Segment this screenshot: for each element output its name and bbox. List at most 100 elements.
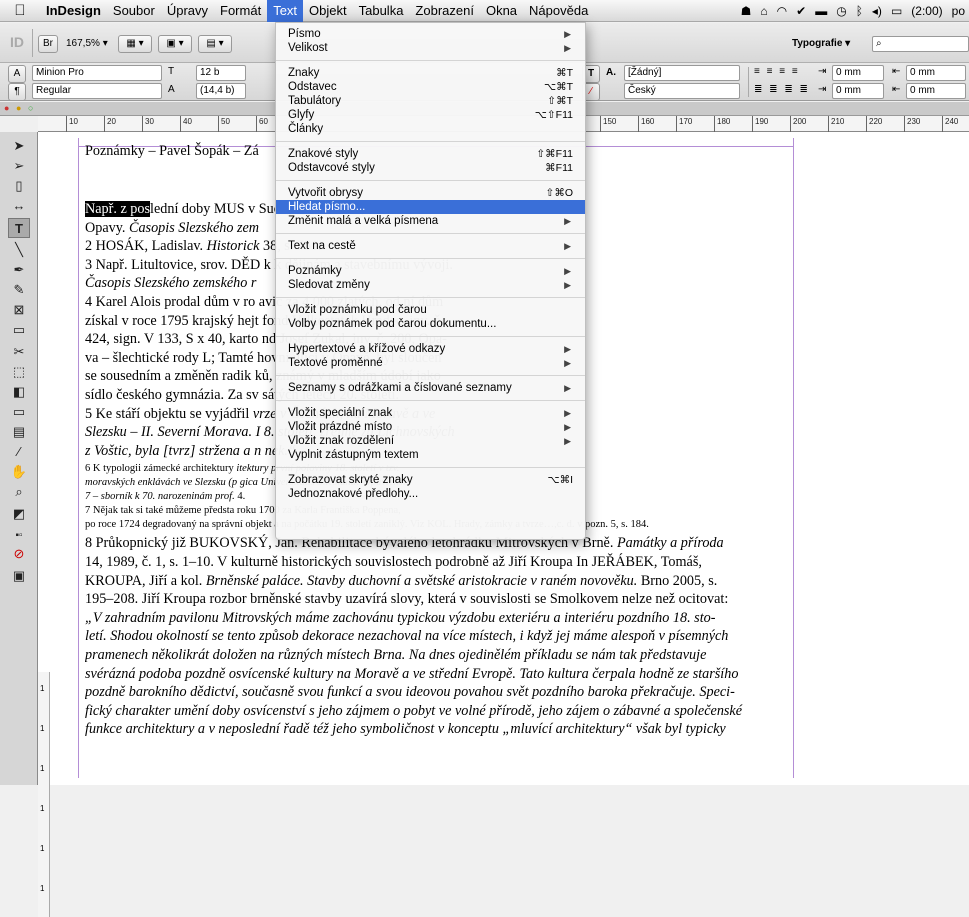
apply-none-icon[interactable]: ⊘ bbox=[8, 544, 30, 564]
menu-upravy[interactable]: Úpravy bbox=[161, 0, 214, 22]
text-line[interactable]: svérázná podoba pozdně osvícenské kultur… bbox=[85, 665, 787, 684]
text-menu-item[interactable]: Vložit znak rozdělení ▶ bbox=[276, 434, 585, 448]
type-tool-icon[interactable]: T bbox=[8, 218, 30, 238]
direct-selection-tool-icon[interactable]: ➢ bbox=[8, 156, 30, 176]
pen-tool-icon[interactable]: ✒ bbox=[8, 260, 30, 280]
align-buttons[interactable]: ≡ ≡ ≡ ≡ bbox=[754, 65, 800, 79]
connection-icon[interactable]: ✔ bbox=[796, 4, 806, 18]
text-line[interactable]: letí. Shodou okolností se tento způsob d… bbox=[85, 627, 787, 646]
text-menu-item[interactable]: Hypertextové a křížové odkazy ▶ bbox=[276, 342, 585, 356]
text-menu-item[interactable]: Odstavec ⌥⌘T bbox=[276, 80, 585, 94]
fill-stroke-icon[interactable]: ◩ bbox=[8, 504, 30, 524]
screen-mode-icon[interactable]: ▣ bbox=[8, 566, 30, 586]
character-mode-button[interactable]: A bbox=[8, 65, 26, 83]
text-menu-item[interactable]: Tabulátory ⇧⌘T bbox=[276, 94, 585, 108]
battery-icon[interactable]: ▭ bbox=[891, 4, 902, 18]
battery-time[interactable]: (2:00) bbox=[911, 4, 942, 18]
character-style-select[interactable]: [Žádný] bbox=[624, 65, 740, 81]
page-tool-icon[interactable]: ▯ bbox=[8, 176, 30, 196]
search-input[interactable]: ⌕ bbox=[872, 36, 969, 52]
text-line[interactable]: 195–208. Jiří Kroupa rozbor brněnské sta… bbox=[85, 590, 787, 609]
text-menu-item[interactable]: Vyplnit zástupným textem bbox=[276, 448, 585, 462]
left-indent-input[interactable]: 0 mm bbox=[832, 65, 884, 81]
display-icon[interactable]: ▬ bbox=[815, 4, 827, 18]
text-menu-item[interactable]: Poznámky ▶ bbox=[276, 264, 585, 278]
justify-buttons[interactable]: ≣ ≣ ≣ ≣ bbox=[754, 83, 810, 97]
text-menu-item[interactable]: Odstavcové styly ⌘F11 bbox=[276, 161, 585, 175]
scissors-tool-icon[interactable]: ✂ bbox=[8, 342, 30, 362]
volume-icon[interactable]: ◂) bbox=[872, 4, 882, 18]
text-line[interactable]: pozdně barokního dědictví, současně svou… bbox=[85, 683, 787, 702]
menu-format[interactable]: Formát bbox=[214, 0, 267, 22]
zoom-level[interactable]: 167,5% ▾ bbox=[66, 37, 108, 51]
paragraph-mode-button[interactable]: ¶ bbox=[8, 83, 26, 101]
last-line-indent-input[interactable]: 0 mm bbox=[906, 83, 966, 99]
free-transform-tool-icon[interactable]: ⬚ bbox=[8, 362, 30, 382]
right-indent-input[interactable]: 0 mm bbox=[906, 65, 966, 81]
text-menu-item[interactable]: Vytvořit obrysy ⇧⌘O bbox=[276, 186, 585, 200]
menu-napoveda[interactable]: Nápověda bbox=[523, 0, 594, 22]
text-menu-item[interactable]: Sledovat změny ▶ bbox=[276, 278, 585, 292]
swap-color-icon[interactable]: ▪▫ bbox=[8, 526, 30, 546]
eyedropper-tool-icon[interactable]: ⁄ bbox=[8, 442, 30, 462]
creative-cloud-icon[interactable]: ☗ bbox=[741, 4, 752, 18]
zoom-window-icon[interactable]: ○ bbox=[28, 103, 33, 113]
gradient-tool-icon[interactable]: ◧ bbox=[8, 382, 30, 402]
screen-mode-button[interactable]: ▣ ▾ bbox=[158, 35, 192, 53]
text-line[interactable]: pramenech několikrát doložen na různých … bbox=[85, 646, 787, 665]
zoom-tool-icon[interactable]: ⌕ bbox=[8, 482, 30, 502]
text-menu-item[interactable]: Změnit malá a velká písmena ▶ bbox=[276, 214, 585, 228]
selection-tool-icon[interactable]: ➤ bbox=[8, 136, 30, 156]
text-line[interactable]: fický charakter umění doby osvícenství s… bbox=[85, 702, 787, 721]
arrange-documents-button[interactable]: ▤ ▾ bbox=[198, 35, 232, 53]
close-window-icon[interactable]: ● bbox=[4, 103, 9, 113]
menu-soubor[interactable]: Soubor bbox=[107, 0, 161, 22]
bridge-button[interactable]: Br bbox=[38, 35, 58, 53]
text-menu-item[interactable]: Písmo ▶ bbox=[276, 27, 585, 41]
hand-tool-icon[interactable]: ✋ bbox=[8, 462, 30, 482]
text-menu-item[interactable]: Vložit prázdné místo ▶ bbox=[276, 420, 585, 434]
text-menu-item[interactable]: Text na cestě ▶ bbox=[276, 239, 585, 253]
menu-okna[interactable]: Okna bbox=[480, 0, 523, 22]
menu-app-indesign[interactable]: InDesign bbox=[40, 0, 107, 22]
time-machine-icon[interactable]: ◷ bbox=[836, 4, 846, 18]
text-menu-item[interactable]: Vložit speciální znak ▶ bbox=[276, 406, 585, 420]
adobe-icon[interactable]: ⌂ bbox=[760, 4, 767, 18]
font-family-select[interactable]: Minion Pro bbox=[32, 65, 162, 81]
text-menu-item[interactable]: Hledat písmo... bbox=[276, 200, 585, 214]
vertical-ruler[interactable]: 1 1 1 1 1 1 bbox=[38, 672, 50, 917]
text-menu-item[interactable]: Jednoznakové předlohy... bbox=[276, 487, 585, 501]
menu-zobrazeni[interactable]: Zobrazení bbox=[409, 0, 480, 22]
text-menu-item[interactable]: Znakové styly ⇧⌘F11 bbox=[276, 147, 585, 161]
menu-text[interactable]: Text bbox=[267, 0, 304, 22]
text-line[interactable]: funkce architektury a v neposlední řadě … bbox=[85, 720, 787, 739]
text-menu-item[interactable]: Velikost ▶ bbox=[276, 41, 585, 55]
text-line[interactable]: „V zahradním pavilonu Mitrovských máme z… bbox=[85, 609, 787, 628]
text-line[interactable]: 14, 1989, č. 1, s. 1–10. V kulturně hist… bbox=[85, 553, 787, 572]
note-tool-icon[interactable]: ▤ bbox=[8, 422, 30, 442]
wifi-icon[interactable]: ◠ bbox=[777, 4, 787, 18]
text-menu-item[interactable]: Zobrazovat skryté znaky ⌥⌘I bbox=[276, 473, 585, 487]
gap-tool-icon[interactable]: ↔ bbox=[8, 196, 30, 216]
rectangle-frame-tool-icon[interactable]: ⊠ bbox=[8, 300, 30, 320]
clock[interactable]: po bbox=[952, 4, 965, 18]
gradient-feather-tool-icon[interactable]: ▭ bbox=[8, 402, 30, 422]
workspace-switcher[interactable]: Typografie ▾ bbox=[792, 37, 850, 51]
leading-input[interactable]: (14,4 b) bbox=[196, 83, 246, 99]
language-select[interactable]: Český bbox=[624, 83, 740, 99]
text-menu-item[interactable]: Glyfy ⌥⇧F11 bbox=[276, 108, 585, 122]
menu-objekt[interactable]: Objekt bbox=[303, 0, 353, 22]
menu-tabulka[interactable]: Tabulka bbox=[353, 0, 410, 22]
apple-logo-icon[interactable]:  bbox=[0, 2, 40, 19]
font-size-input[interactable]: 12 b bbox=[196, 65, 246, 81]
pencil-tool-icon[interactable]: ✎ bbox=[8, 280, 30, 300]
text-menu-item[interactable]: Seznamy s odrážkami a číslované seznamy ▶ bbox=[276, 381, 585, 395]
text-menu-item[interactable]: Textové proměnné ▶ bbox=[276, 356, 585, 370]
text-line[interactable]: KROUPA, Jiří a kol. Brněnské paláce. Sta… bbox=[85, 572, 787, 591]
minimize-window-icon[interactable]: ● bbox=[16, 103, 21, 113]
bluetooth-icon[interactable]: ᛒ bbox=[856, 4, 863, 18]
text-menu-item[interactable]: Volby poznámek pod čarou dokumentu... bbox=[276, 317, 585, 331]
line-tool-icon[interactable]: ╲ bbox=[8, 240, 30, 260]
text-menu-item[interactable]: Články bbox=[276, 122, 585, 136]
font-style-select[interactable]: Regular bbox=[32, 83, 162, 99]
